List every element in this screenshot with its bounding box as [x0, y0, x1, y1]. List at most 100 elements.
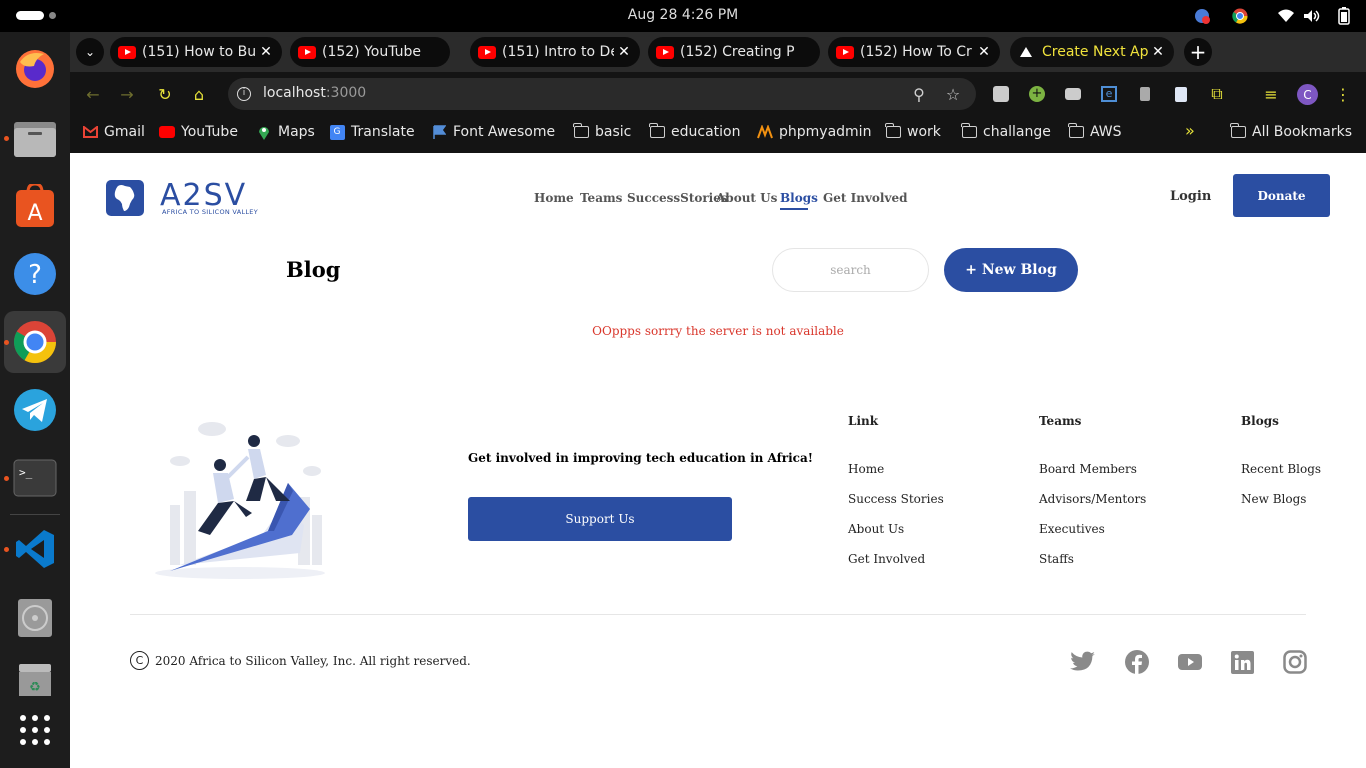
bookmark-folder-challange[interactable]: challange — [961, 123, 1051, 140]
bookmark-folder-aws[interactable]: AWS — [1068, 123, 1122, 140]
footer-link-board-members[interactable]: Board Members — [1039, 462, 1137, 476]
tab-active-next-app[interactable]: Create Next App ✕ — [1010, 37, 1174, 67]
new-blog-button[interactable]: + New Blog — [944, 248, 1078, 292]
files-icon[interactable] — [11, 114, 59, 162]
nav-about-us[interactable]: About Us — [716, 191, 777, 205]
youtube-icon — [836, 45, 854, 59]
bookmark-youtube[interactable]: YouTube — [159, 124, 238, 140]
tab-youtube-2[interactable]: (152) YouTube — [290, 37, 450, 67]
bookmark-folder-work[interactable]: work — [885, 123, 941, 140]
tab-youtube-3[interactable]: (151) Intro to De ✕ — [470, 37, 640, 67]
chrome-icon[interactable] — [11, 318, 59, 366]
get-involved-heading: Get involved in improving tech education… — [468, 451, 814, 465]
telegram-icon[interactable] — [11, 386, 59, 434]
tab-title: (152) Creating P — [680, 44, 794, 60]
footer-link-success-stories[interactable]: Success Stories — [848, 492, 944, 506]
nav-teams[interactable]: Teams — [580, 191, 622, 205]
battery-icon[interactable] — [1334, 6, 1354, 26]
donate-button[interactable]: Donate — [1233, 174, 1330, 217]
climbing-people-illustration — [155, 422, 325, 579]
phpmyadmin-icon — [757, 125, 773, 139]
chrome-tray-icon[interactable] — [1230, 6, 1250, 26]
menu-kebab-icon[interactable]: ⋮ — [1332, 83, 1354, 105]
search-input[interactable]: search — [772, 248, 929, 292]
trash-icon[interactable]: ♻ — [11, 656, 59, 704]
wifi-icon[interactable] — [1276, 6, 1296, 26]
vscode-icon[interactable] — [11, 525, 59, 573]
footer-link-about-us[interactable]: About Us — [848, 522, 904, 536]
terminal-icon[interactable]: >_ — [11, 454, 59, 502]
address-bar[interactable]: i localhost:3000 ⚲ ☆ — [228, 78, 976, 110]
running-indicator — [4, 136, 9, 141]
youtube-icon[interactable] — [1177, 649, 1203, 675]
volume-icon[interactable] — [1302, 6, 1322, 26]
system-clock[interactable]: Aug 28 4:26 PM — [0, 7, 1366, 23]
login-link[interactable]: Login — [1170, 189, 1211, 204]
disc-icon[interactable] — [11, 594, 59, 642]
nav-success-stories[interactable]: SuccessStories — [627, 191, 728, 205]
tab-close-icon[interactable]: ✕ — [974, 44, 994, 60]
back-arrow-icon[interactable]: ← — [82, 83, 104, 105]
folder-icon — [961, 123, 977, 139]
tab-close-icon[interactable]: ✕ — [256, 44, 276, 60]
more-bookmarks-chevron-icon[interactable]: » — [1185, 121, 1195, 140]
show-apps-icon[interactable] — [11, 706, 59, 754]
africa-logo-icon[interactable] — [106, 180, 144, 216]
firefox-icon[interactable] — [11, 45, 59, 93]
folder-icon — [885, 123, 901, 139]
facebook-icon[interactable] — [1124, 649, 1150, 675]
footer-link-executives[interactable]: Executives — [1039, 522, 1105, 536]
bookmark-folder-basic[interactable]: basic — [573, 123, 631, 140]
help-icon[interactable]: ? — [11, 250, 59, 298]
reading-list-icon[interactable]: ≡ — [1260, 83, 1282, 105]
tab-search-chevron-icon[interactable]: ⌄ — [76, 38, 104, 66]
bookmark-folder-education[interactable]: education — [649, 123, 740, 140]
extension-1-icon[interactable] — [990, 83, 1012, 105]
linkedin-icon[interactable] — [1229, 649, 1255, 675]
extensions-puzzle-icon[interactable]: ⧉ — [1206, 83, 1228, 105]
folder-icon — [573, 123, 589, 139]
all-bookmarks[interactable]: All Bookmarks — [1230, 123, 1352, 140]
home-icon[interactable]: ⌂ — [188, 83, 210, 105]
reload-icon[interactable]: ↻ — [154, 83, 176, 105]
app-center-icon[interactable]: A — [11, 182, 59, 230]
footer-link-recent-blogs[interactable]: Recent Blogs — [1241, 462, 1321, 476]
extension-cup-icon[interactable] — [1134, 83, 1156, 105]
support-us-button[interactable]: Support Us — [468, 497, 732, 541]
new-tab-plus-icon[interactable]: + — [1184, 38, 1212, 66]
extension-camera-icon[interactable] — [1062, 83, 1084, 105]
nav-home[interactable]: Home — [534, 191, 574, 205]
nav-get-involved[interactable]: Get Involved — [823, 191, 907, 205]
profile-avatar[interactable]: C — [1297, 84, 1318, 105]
maps-icon — [256, 125, 272, 140]
extension-e-icon[interactable]: e — [1098, 83, 1120, 105]
bookmark-font-awesome[interactable]: Font Awesome — [431, 124, 555, 140]
footer-link-new-blogs[interactable]: New Blogs — [1241, 492, 1306, 506]
instagram-icon[interactable] — [1282, 649, 1308, 675]
zoom-magnifier-icon[interactable]: ⚲ — [908, 83, 930, 105]
twitter-icon[interactable] — [1070, 649, 1096, 675]
tab-close-icon[interactable]: ✕ — [614, 44, 634, 60]
bookmark-maps[interactable]: Maps — [256, 124, 315, 140]
tab-close-icon[interactable]: ✕ — [1148, 44, 1168, 60]
notification-icon[interactable] — [1192, 6, 1212, 26]
error-message: OOppps sorrry the server is not availabl… — [592, 324, 844, 338]
site-info-icon[interactable]: i — [237, 87, 251, 101]
tab-youtube-5[interactable]: (152) How To Cr ✕ — [828, 37, 1000, 67]
tab-youtube-1[interactable]: (151) How to Bu ✕ — [110, 37, 282, 67]
footer-link-staffs[interactable]: Staffs — [1039, 552, 1074, 566]
extension-copy-icon[interactable] — [1170, 83, 1192, 105]
nav-blogs[interactable]: Blogs — [780, 191, 818, 205]
bookmark-star-icon[interactable]: ☆ — [942, 83, 964, 105]
youtube-icon — [656, 45, 674, 59]
forward-arrow-icon[interactable]: → — [116, 83, 138, 105]
bookmark-phpmyadmin[interactable]: phpmyadmin — [757, 124, 871, 140]
url-text[interactable]: localhost:3000 — [263, 85, 366, 101]
bookmark-gmail[interactable]: Gmail — [82, 124, 145, 140]
footer-link-get-involved[interactable]: Get Involved — [848, 552, 925, 566]
bookmark-translate[interactable]: G Translate — [329, 124, 415, 140]
footer-link-home[interactable]: Home — [848, 462, 884, 476]
extension-add-icon[interactable]: + — [1026, 83, 1048, 105]
footer-link-advisors-mentors[interactable]: Advisors/Mentors — [1039, 492, 1146, 506]
tab-youtube-4[interactable]: (152) Creating P — [648, 37, 820, 67]
